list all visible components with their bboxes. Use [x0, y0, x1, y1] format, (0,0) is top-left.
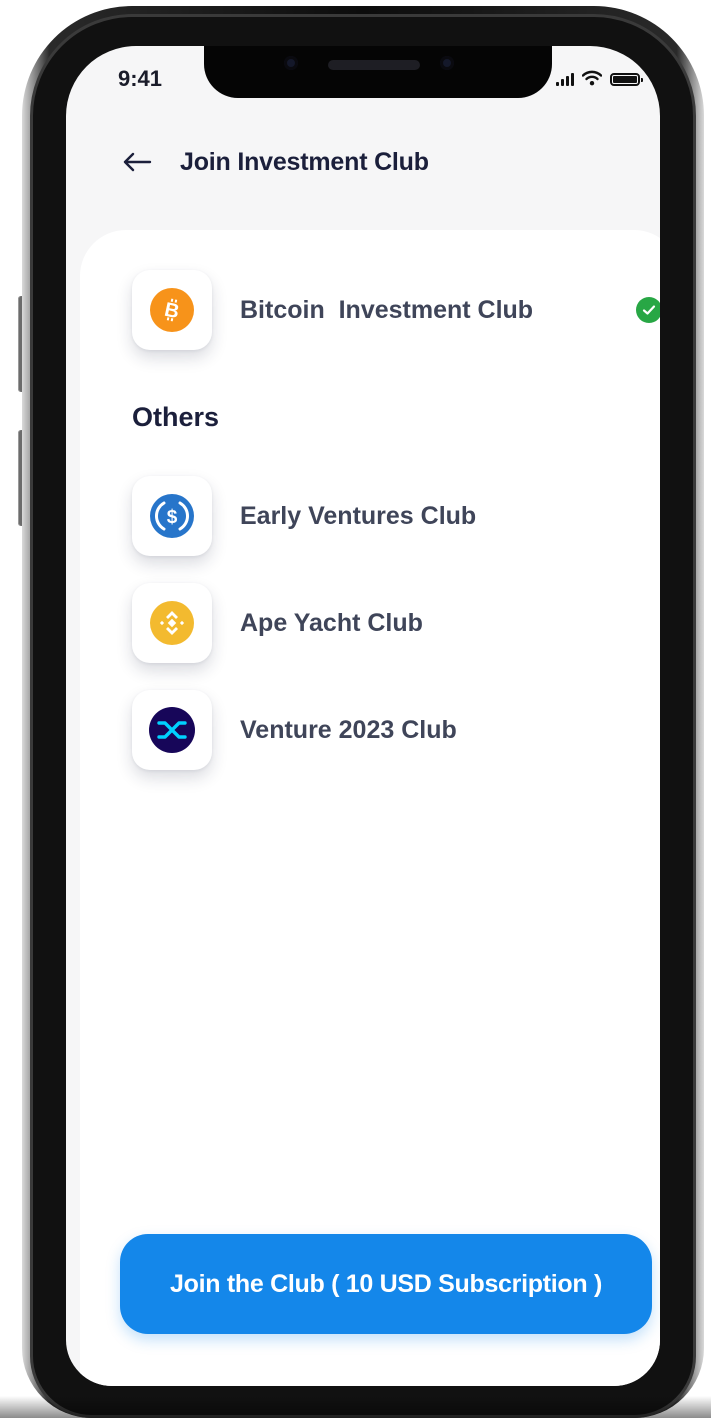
club-name: Bitcoin Investment Club — [240, 295, 534, 324]
club-name: Early Ventures Club — [240, 501, 477, 530]
notch — [204, 46, 552, 98]
club-item-venture-2023[interactable]: Venture 2023 Club — [132, 690, 652, 770]
page-title: Join Investment Club — [180, 147, 429, 176]
speaker-grille — [328, 60, 420, 70]
checkmark-icon — [636, 297, 660, 323]
sensor-icon — [284, 56, 298, 70]
app-screen: 9:41 Join Investment Club B Bitcoin Inve… — [66, 46, 660, 1386]
club-item-ape-yacht[interactable]: Ape Yacht Club — [132, 583, 652, 663]
club-item-early-ventures[interactable]: $ Early Ventures Club — [132, 476, 652, 556]
status-icons — [556, 68, 643, 86]
binance-icon — [150, 601, 194, 645]
back-arrow-icon[interactable] — [122, 150, 154, 174]
signal-icon — [556, 72, 574, 86]
club-name: Venture 2023 Club — [240, 715, 457, 744]
wifi-icon — [582, 70, 602, 86]
camera-icon — [440, 56, 454, 70]
battery-icon — [610, 73, 643, 86]
club-icon-tile — [132, 583, 212, 663]
club-icon-tile: B — [132, 270, 212, 350]
synthetix-icon — [149, 707, 195, 753]
svg-text:$: $ — [167, 507, 178, 528]
club-list-card: B Bitcoin Investment Club Others $ Early… — [80, 230, 660, 1386]
header: Join Investment Club — [122, 142, 429, 182]
bottom-shadow — [0, 1396, 711, 1418]
status-time: 9:41 — [118, 66, 163, 91]
club-name: Ape Yacht Club — [240, 608, 423, 637]
club-icon-tile — [132, 690, 212, 770]
section-title-others: Others — [132, 402, 220, 432]
usdc-icon: $ — [150, 494, 194, 538]
club-icon-tile: $ — [132, 476, 212, 556]
bitcoin-icon: B — [150, 288, 194, 332]
join-club-button[interactable]: Join the Club ( 10 USD Subscription ) — [120, 1234, 652, 1334]
club-item-bitcoin[interactable]: B Bitcoin Investment Club — [132, 270, 660, 350]
